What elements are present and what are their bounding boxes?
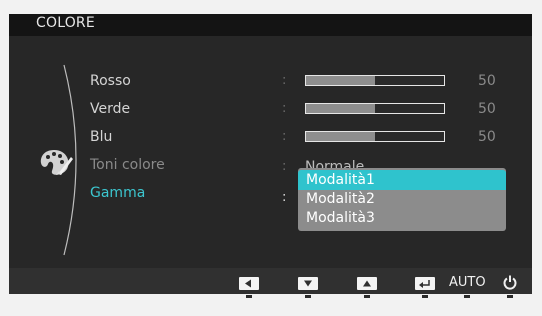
blu-slider[interactable]: [305, 131, 445, 142]
rosso-value: 50: [478, 73, 496, 89]
button-tick: [507, 295, 513, 298]
gamma-dropdown[interactable]: Modalità1 Modalità2 Modalità3: [298, 168, 506, 231]
menu-item-gamma[interactable]: Gamma: [90, 185, 145, 201]
menu-item-toni-colore[interactable]: Toni colore: [90, 157, 165, 173]
menu-item-blu[interactable]: Blu: [90, 129, 112, 145]
palette-icon: [40, 150, 73, 175]
separator: :: [282, 159, 287, 174]
power-icon[interactable]: [502, 274, 518, 290]
button-tick: [246, 295, 252, 298]
dropdown-option[interactable]: Modalità2: [298, 189, 506, 209]
left-arrow-icon[interactable]: [239, 277, 259, 290]
up-arrow-icon[interactable]: [357, 277, 377, 290]
blu-slider-fill: [306, 132, 375, 141]
enter-icon[interactable]: [415, 277, 435, 290]
dropdown-option[interactable]: Modalità3: [298, 208, 506, 228]
verde-slider[interactable]: [305, 103, 445, 114]
title-bar: COLORE: [9, 14, 532, 36]
verde-slider-fill: [306, 104, 375, 113]
button-tick: [464, 295, 470, 298]
button-tick: [422, 295, 428, 298]
separator: :: [282, 129, 287, 144]
down-arrow-icon[interactable]: [298, 277, 318, 290]
verde-value: 50: [478, 101, 496, 117]
separator: :: [282, 101, 287, 116]
blu-value: 50: [478, 129, 496, 145]
button-tick: [305, 295, 311, 298]
separator: :: [282, 73, 287, 88]
rosso-slider-fill: [306, 76, 375, 85]
button-tick: [364, 295, 370, 298]
rosso-slider[interactable]: [305, 75, 445, 86]
dropdown-option[interactable]: Modalità1: [298, 170, 506, 190]
menu-title: COLORE: [36, 15, 95, 31]
menu-item-rosso[interactable]: Rosso: [90, 73, 131, 89]
separator: :: [282, 190, 287, 205]
auto-button[interactable]: AUTO: [449, 275, 486, 290]
menu-item-verde[interactable]: Verde: [90, 101, 130, 117]
